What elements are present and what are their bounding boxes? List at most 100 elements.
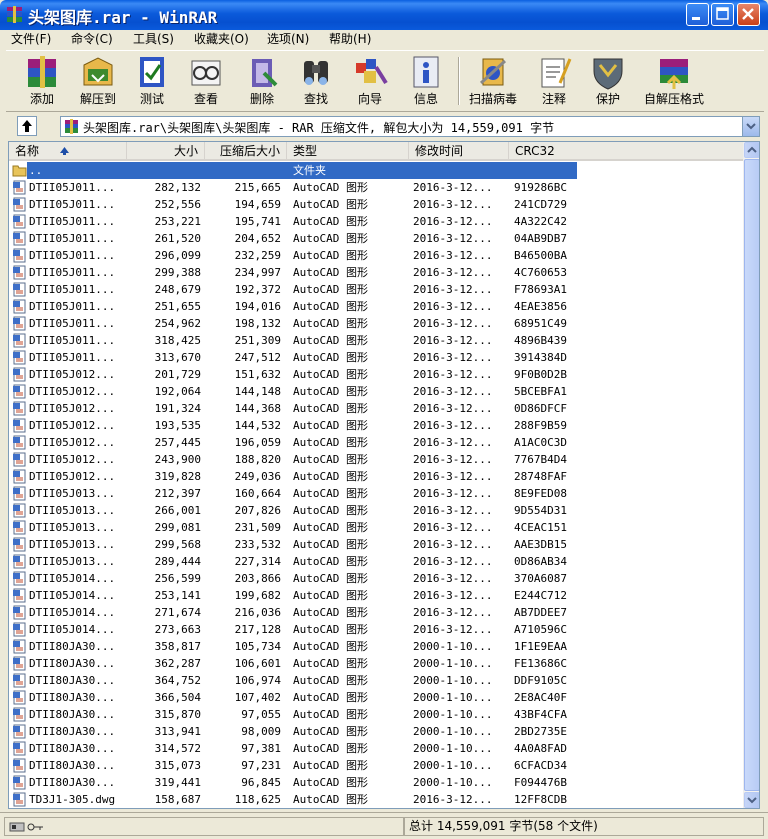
view-button[interactable]: 查看: [184, 53, 228, 111]
test-button[interactable]: 测试: [130, 53, 174, 111]
menu-favorites[interactable]: 收藏夹(O): [194, 31, 249, 47]
protect-button[interactable]: 保护: [586, 53, 630, 111]
menu-help[interactable]: 帮助(H): [329, 31, 371, 47]
comment-button[interactable]: 注释: [532, 53, 576, 111]
file-row[interactable]: DTII05J013... 266,001 207,826 AutoCAD 图形 201…: [9, 502, 744, 519]
menu-tools[interactable]: 工具(S): [133, 31, 174, 47]
file-row[interactable]: DTII05J012... 201,729 151,632 AutoCAD 图形 201…: [9, 366, 744, 383]
file-modified: 2016-3-12...: [413, 606, 493, 619]
sfx-button[interactable]: 自解压格式: [636, 53, 712, 111]
title-bar[interactable]: 头架图库.rar - WinRAR: [0, 0, 768, 30]
column-modified[interactable]: 修改时间: [409, 142, 509, 160]
file-row[interactable]: DTII05J012... 191,324 144,368 AutoCAD 图形 201…: [9, 400, 744, 417]
delete-icon: [252, 59, 278, 87]
file-crc32: 2E8AC40F: [514, 691, 567, 704]
file-row[interactable]: DTII05J011... 253,221 195,741 AutoCAD 图形 201…: [9, 213, 744, 230]
column-type[interactable]: 类型: [287, 142, 409, 160]
file-row[interactable]: DTII05J012... 319,828 249,036 AutoCAD 图形 201…: [9, 468, 744, 485]
file-list[interactable]: 名称 大小 压缩后大小 类型 修改时间 CRC32 .. 文件夹 DTII05J…: [8, 141, 760, 809]
drive-key-icon[interactable]: [9, 821, 45, 833]
menu-bar: 文件(F) 命令(C) 工具(S) 收藏夹(O) 选项(N) 帮助(H): [0, 30, 768, 48]
file-row[interactable]: DTII80JA30... 315,073 97,231 AutoCAD 图形 2000…: [9, 757, 744, 774]
file-row[interactable]: DTII80JA30... 319,441 96,845 AutoCAD 图形 2000…: [9, 774, 744, 791]
file-row[interactable]: DTII05J011... 282,132 215,665 AutoCAD 图形 201…: [9, 179, 744, 196]
sfx-label: 自解压格式: [643, 92, 704, 106]
file-name: DTII05J011...: [29, 300, 116, 313]
file-modified: 2016-3-12...: [413, 487, 493, 500]
file-row[interactable]: DTII05J011... 318,425 251,309 AutoCAD 图形 201…: [9, 332, 744, 349]
file-row[interactable]: DTII05J013... 299,568 233,532 AutoCAD 图形 201…: [9, 536, 744, 553]
scroll-thumb[interactable]: [744, 159, 759, 791]
file-row[interactable]: DTII80JA30... 358,817 105,734 AutoCAD 图形 200…: [9, 638, 744, 655]
file-row[interactable]: DTII05J011... 296,099 232,259 AutoCAD 图形 201…: [9, 247, 744, 264]
parent-folder-row[interactable]: .. 文件夹: [9, 162, 744, 179]
winrar-app-icon[interactable]: [6, 6, 23, 23]
file-row[interactable]: DTII80JA30... 313,941 98,009 AutoCAD 图形 2000…: [9, 723, 744, 740]
file-modified: 2016-3-12...: [413, 232, 493, 245]
wizard-button[interactable]: 向导: [348, 53, 392, 111]
file-type: AutoCAD 图形: [293, 436, 368, 449]
menu-options[interactable]: 选项(N): [267, 31, 309, 47]
virus-scan-button[interactable]: 扫描病毒: [462, 53, 524, 111]
file-row[interactable]: DTII05J011... 261,520 204,652 AutoCAD 图形 201…: [9, 230, 744, 247]
column-crc32[interactable]: CRC32: [509, 142, 744, 160]
file-row[interactable]: DTII05J012... 243,900 188,820 AutoCAD 图形 201…: [9, 451, 744, 468]
file-row[interactable]: DTII05J011... 251,655 194,016 AutoCAD 图形 201…: [9, 298, 744, 315]
menu-commands[interactable]: 命令(C): [71, 31, 113, 47]
autocad-file-icon: [13, 469, 26, 484]
file-name: DTII05J014...: [29, 623, 116, 636]
file-row[interactable]: DTII80JA30... 366,504 107,402 AutoCAD 图形 200…: [9, 689, 744, 706]
file-row[interactable]: DTII05J012... 192,064 144,148 AutoCAD 图形 201…: [9, 383, 744, 400]
menu-file[interactable]: 文件(F): [11, 31, 51, 47]
file-row[interactable]: DTII05J012... 257,445 196,059 AutoCAD 图形 201…: [9, 434, 744, 451]
column-size[interactable]: 大小: [127, 142, 205, 160]
file-row[interactable]: DTII05J013... 289,444 227,314 AutoCAD 图形 201…: [9, 553, 744, 570]
close-button[interactable]: [737, 3, 760, 26]
file-row[interactable]: DTII80JA30... 364,752 106,974 AutoCAD 图形 200…: [9, 672, 744, 689]
autocad-file-icon: [13, 537, 26, 552]
file-row[interactable]: DTII05J011... 252,556 194,659 AutoCAD 图形 201…: [9, 196, 744, 213]
file-row[interactable]: DTII05J012... 193,535 144,532 AutoCAD 图形 201…: [9, 417, 744, 434]
vertical-scrollbar[interactable]: [743, 142, 759, 808]
file-row[interactable]: DTII05J011... 299,388 234,997 AutoCAD 图形 201…: [9, 264, 744, 281]
column-packed[interactable]: 压缩后大小: [205, 142, 287, 160]
maximize-button[interactable]: [711, 3, 734, 26]
extract-to-button[interactable]: 解压到: [70, 53, 126, 111]
protect-label: 保护: [595, 92, 620, 106]
file-row[interactable]: DTII05J014... 253,141 199,682 AutoCAD 图形 201…: [9, 587, 744, 604]
find-button[interactable]: 查找: [294, 53, 338, 111]
file-name: DTII05J013...: [29, 555, 116, 568]
file-modified: 2000-1-10...: [413, 640, 493, 653]
column-name[interactable]: 名称: [9, 142, 127, 160]
delete-button[interactable]: 删除: [240, 53, 284, 111]
file-row[interactable]: DTII05J011... 313,670 247,512 AutoCAD 图形 201…: [9, 349, 744, 366]
file-row[interactable]: DTII05J011... 248,679 192,372 AutoCAD 图形 201…: [9, 281, 744, 298]
address-combobox[interactable]: 头架图库.rar\头架图库\头架图库 - RAR 压缩文件, 解包大小为 14,…: [60, 116, 760, 137]
file-type: AutoCAD 图形: [293, 334, 368, 347]
file-modified: 2016-3-12...: [413, 249, 493, 262]
file-row[interactable]: DTII80JA30... 362,287 106,601 AutoCAD 图形 200…: [9, 655, 744, 672]
file-type: AutoCAD 图形: [293, 487, 368, 500]
file-row[interactable]: DTII80JA30... 314,572 97,381 AutoCAD 图形 2000…: [9, 740, 744, 757]
scroll-down-button[interactable]: [744, 792, 759, 808]
minimize-button[interactable]: [686, 3, 709, 26]
file-crc32: F094476B: [514, 776, 567, 789]
file-row[interactable]: DTII05J014... 273,663 217,128 AutoCAD 图形 201…: [9, 621, 744, 638]
file-row[interactable]: DTII80JA30... 315,870 97,055 AutoCAD 图形 2000…: [9, 706, 744, 723]
file-row[interactable]: DTII05J014... 256,599 203,866 AutoCAD 图形 201…: [9, 570, 744, 587]
file-name: DTII05J011...: [29, 249, 116, 262]
scroll-up-button[interactable]: [744, 142, 759, 158]
file-size: 296,099: [154, 249, 201, 262]
up-one-level-button[interactable]: [17, 116, 37, 136]
file-crc32: 3914384D: [514, 351, 567, 364]
file-row[interactable]: DTII05J013... 299,081 231,509 AutoCAD 图形 201…: [9, 519, 744, 536]
file-row[interactable]: DTII05J014... 271,674 216,036 AutoCAD 图形 201…: [9, 604, 744, 621]
parent-folder-name: ..: [29, 164, 43, 177]
file-row[interactable]: DTII05J013... 212,397 160,664 AutoCAD 图形 201…: [9, 485, 744, 502]
info-button[interactable]: 信息: [404, 53, 448, 111]
file-row[interactable]: TD3J1-305.dwg 158,687 118,625 AutoCAD 图形 201…: [9, 791, 744, 808]
file-row[interactable]: DTII05J011... 254,962 198,132 AutoCAD 图形 201…: [9, 315, 744, 332]
file-name: DTII05J011...: [29, 317, 116, 330]
add-button[interactable]: 添加: [16, 53, 68, 111]
address-dropdown-button[interactable]: [742, 117, 759, 136]
